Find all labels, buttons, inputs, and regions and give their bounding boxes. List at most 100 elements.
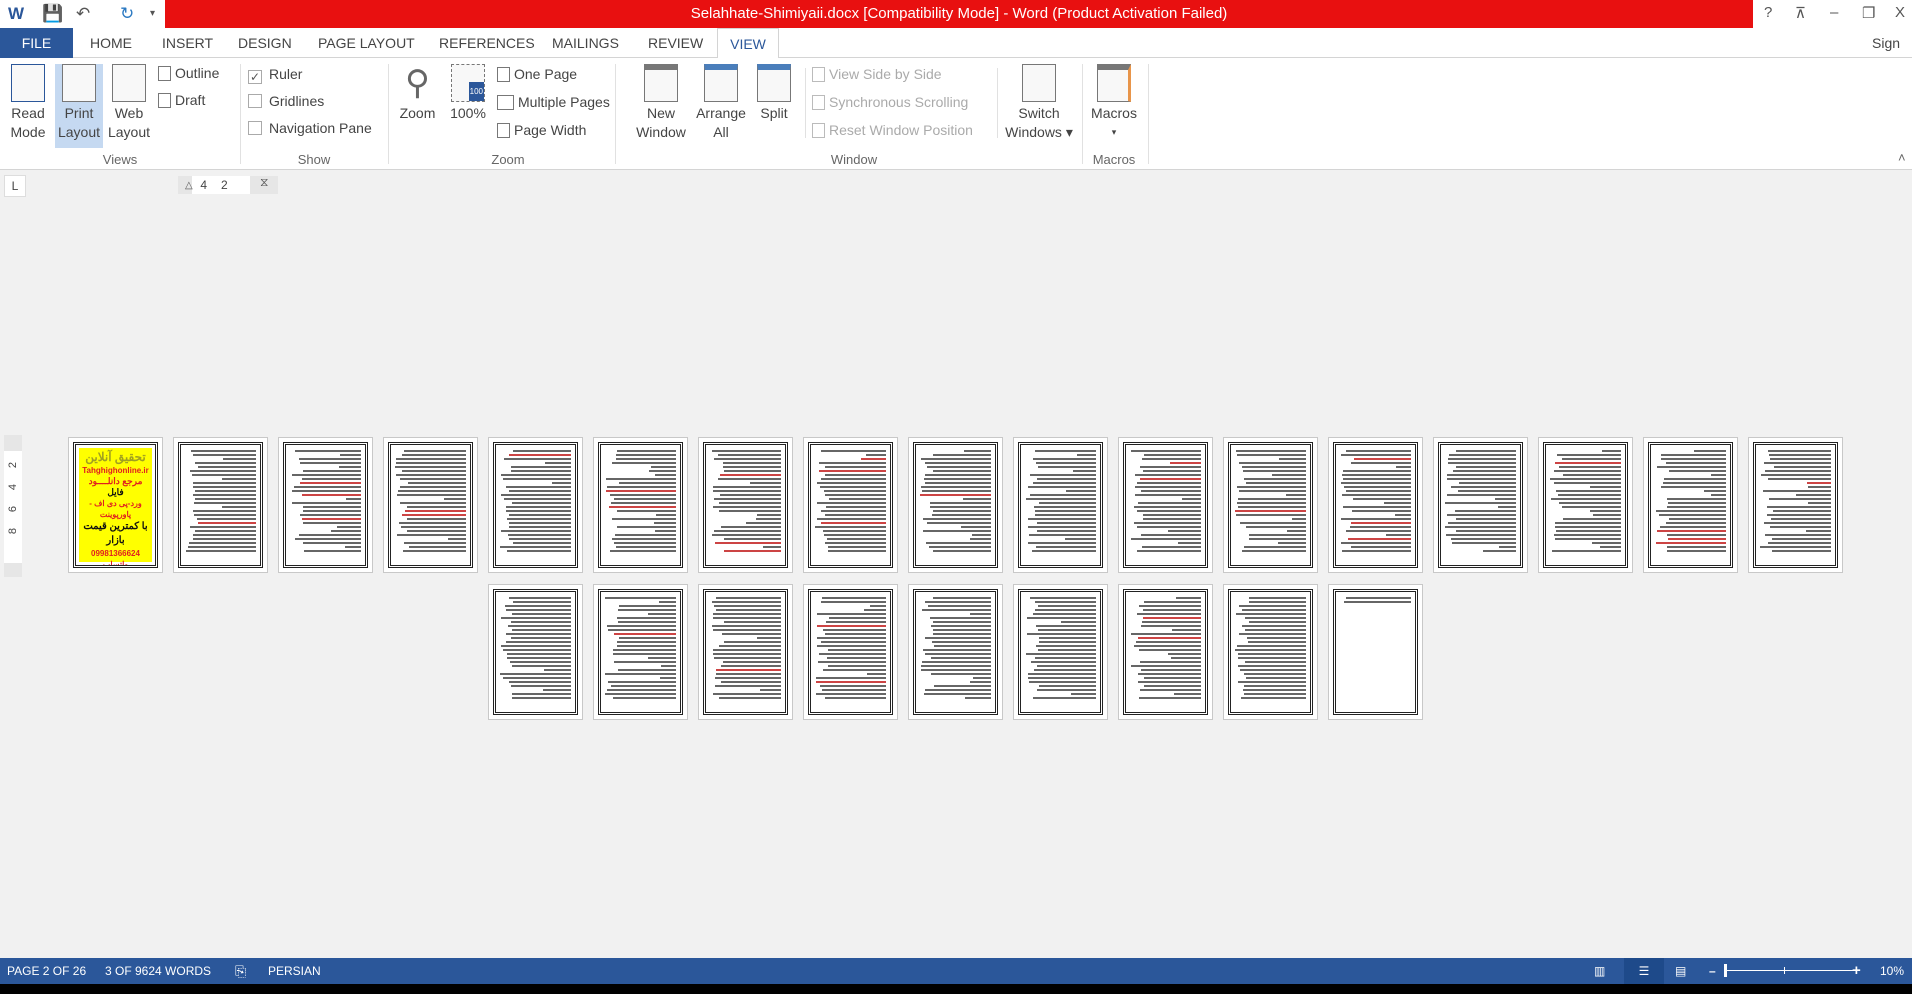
split-icon (757, 64, 791, 102)
zoom-in-icon[interactable]: + (1852, 958, 1861, 984)
switch-windows-icon (1022, 64, 1056, 102)
print-layout-view-icon[interactable]: ☰ (1624, 958, 1664, 984)
ruler-checkbox[interactable]: ✓ Ruler (248, 63, 302, 85)
page-thumbnail[interactable] (1013, 437, 1108, 573)
page-thumbnail[interactable] (1223, 584, 1318, 720)
tab-file[interactable]: FILE (0, 28, 73, 58)
tab-mailings[interactable]: MAILINGS (542, 28, 629, 58)
outline-button[interactable]: Outline (158, 62, 219, 84)
page-thumbnail[interactable] (1538, 437, 1633, 573)
page-thumbnail[interactable] (803, 584, 898, 720)
text-line (1557, 454, 1621, 456)
read-mode-button[interactable]: Read Mode (4, 64, 52, 142)
proofing-icon[interactable]: ⎘ (235, 958, 246, 984)
gridlines-checkbox[interactable]: Gridlines (248, 90, 324, 112)
zoom-out-icon[interactable]: – (1709, 958, 1716, 984)
page-width-button[interactable]: Page Width (497, 119, 586, 141)
ribbon-display-icon[interactable]: ⊼ (1795, 4, 1806, 22)
text-line (615, 546, 676, 548)
tab-selector-button[interactable]: L (4, 175, 26, 197)
split-button[interactable]: Split (750, 64, 798, 123)
tab-review[interactable]: REVIEW (638, 28, 713, 58)
page-thumbnail[interactable] (278, 437, 373, 573)
page-thumbnail[interactable] (1013, 584, 1108, 720)
new-window-button[interactable]: New Window (628, 64, 694, 142)
page-thumbnail[interactable] (908, 584, 1003, 720)
tab-design[interactable]: DESIGN (228, 28, 302, 58)
save-icon[interactable]: 💾 (42, 4, 63, 24)
text-line (1456, 518, 1516, 520)
text-line (1142, 514, 1201, 516)
undo-icon[interactable]: ↶ (76, 4, 90, 24)
text-line (512, 502, 571, 504)
view-side-by-side-button[interactable]: View Side by Side (812, 63, 942, 85)
page-count[interactable]: PAGE 2 OF 26 (7, 958, 86, 984)
page-thumbnail-cover[interactable]: تحقیق آنلاین Tahghighonline.ir مرجع دانل… (68, 437, 163, 573)
right-indent-marker-icon[interactable]: ⧖ (260, 175, 268, 190)
text-line (1767, 542, 1831, 544)
page-thumbnail[interactable] (173, 437, 268, 573)
reset-window-position-button[interactable]: Reset Window Position (812, 119, 973, 141)
page-thumbnail[interactable] (1118, 437, 1213, 573)
tab-page-layout[interactable]: PAGE LAYOUT (308, 28, 425, 58)
text-line (300, 514, 361, 516)
zoom-level[interactable]: 10% (1880, 958, 1904, 984)
zoom-slider[interactable] (1724, 964, 1856, 977)
page-thumbnail[interactable] (1328, 584, 1423, 720)
web-layout-view-icon[interactable]: ▤ (1675, 958, 1686, 984)
page-thumbnail[interactable] (488, 437, 583, 573)
macros-button[interactable]: Macros ▾ (1086, 64, 1142, 142)
indent-marker-icon[interactable]: △ (185, 180, 193, 191)
zoom-button[interactable]: ⚲ Zoom (395, 64, 440, 123)
page-thumbnail[interactable] (383, 437, 478, 573)
maximize-icon[interactable]: ❐ (1862, 4, 1875, 22)
language-indicator[interactable]: PERSIAN (268, 958, 321, 984)
draft-button[interactable]: Draft (158, 89, 205, 111)
zoom-100-button[interactable]: 100 100% (445, 64, 491, 123)
synchronous-scrolling-button[interactable]: Synchronous Scrolling (812, 91, 968, 113)
zoom-slider-thumb[interactable] (1724, 964, 1727, 977)
page-thumbnail[interactable] (698, 437, 793, 573)
page-thumbnail[interactable] (1433, 437, 1528, 573)
text-line (1278, 458, 1306, 460)
page-thumbnail[interactable] (488, 584, 583, 720)
page-thumbnail[interactable] (908, 437, 1003, 573)
minimize-icon[interactable]: – (1830, 4, 1838, 21)
page-content (1228, 589, 1313, 715)
text-line (922, 518, 991, 520)
text-line (1038, 637, 1096, 639)
page-thumbnail[interactable] (1643, 437, 1738, 573)
page-thumbnail[interactable] (1328, 437, 1423, 573)
one-page-button[interactable]: One Page (497, 63, 577, 85)
collapse-ribbon-icon[interactable]: ˄ (1898, 150, 1906, 165)
page-thumbnail[interactable] (803, 437, 898, 573)
page-thumbnail[interactable] (593, 437, 688, 573)
customize-qat-icon[interactable]: ▾ (150, 8, 155, 19)
tab-home[interactable]: HOME (80, 28, 142, 58)
page-thumbnail[interactable] (1118, 584, 1213, 720)
navigation-pane-checkbox[interactable]: Navigation Pane (248, 117, 372, 139)
vertical-ruler[interactable]: 2 4 6 8 (4, 435, 22, 577)
switch-windows-button[interactable]: Switch Windows ▾ (1000, 64, 1078, 142)
print-layout-button[interactable]: Print Layout (55, 64, 103, 148)
page-thumbnail[interactable] (1223, 437, 1318, 573)
multiple-pages-button[interactable]: Multiple Pages (497, 91, 610, 113)
text-line (1795, 494, 1831, 496)
ruler-track[interactable]: 42 △ ⧖ (178, 175, 278, 194)
tab-insert[interactable]: INSERT (152, 28, 223, 58)
web-layout-button[interactable]: Web Layout (105, 64, 153, 142)
word-count[interactable]: 3 OF 9624 WORDS (105, 958, 211, 984)
tab-view[interactable]: VIEW (717, 28, 779, 59)
read-mode-view-icon[interactable]: ▥ (1594, 958, 1605, 984)
page-thumbnail[interactable] (698, 584, 793, 720)
sign-in-link[interactable]: Sign in (1862, 28, 1912, 81)
page-thumbnail[interactable] (1748, 437, 1843, 573)
page-thumbnail[interactable] (593, 584, 688, 720)
close-icon[interactable]: X (1895, 4, 1905, 21)
text-line (932, 629, 991, 631)
redo-icon[interactable]: ↻ (120, 4, 134, 24)
arrange-all-button[interactable]: Arrange All (694, 64, 748, 142)
help-icon[interactable]: ? (1764, 4, 1772, 21)
tab-references[interactable]: REFERENCES (429, 28, 545, 58)
reset-window-icon (812, 123, 825, 138)
